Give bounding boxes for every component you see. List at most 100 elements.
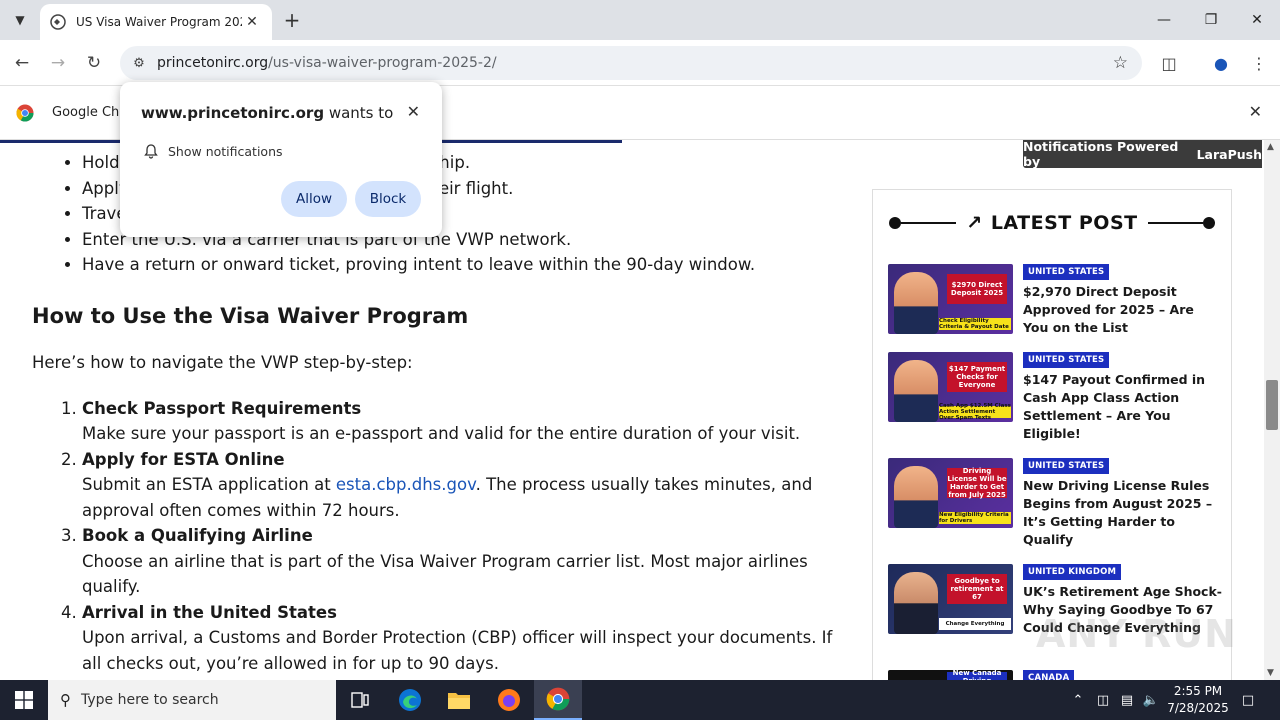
section-heading: How to Use the Visa Waiver Program: [32, 303, 469, 328]
restore-button[interactable]: ❐: [1188, 0, 1234, 40]
forward-button[interactable]: →: [44, 49, 72, 77]
reload-button[interactable]: ↻: [80, 49, 108, 77]
trending-up-icon: ↗: [966, 212, 983, 234]
bookmark-star-icon[interactable]: ☆: [1113, 53, 1128, 73]
notification-center-icon[interactable]: □: [1236, 680, 1260, 720]
post-thumbnail[interactable]: $2970 Direct Deposit 2025 Check Eligibil…: [888, 264, 1013, 334]
thumb-caption: New Canada Driving: [947, 670, 1007, 680]
popup-site: www.princetonirc.org: [141, 104, 325, 122]
step-title: Apply for ESTA Online: [82, 449, 285, 469]
category-badge[interactable]: UNITED STATES: [1023, 264, 1110, 280]
menu-kebab-icon[interactable]: ⋮: [1247, 51, 1271, 75]
thumb-caption: Goodbye to retirement at 67: [947, 574, 1007, 604]
close-tab-icon[interactable]: ✕: [242, 12, 262, 32]
task-view-button[interactable]: [336, 680, 384, 720]
category-badge[interactable]: UNITED KINGDOM: [1023, 564, 1122, 580]
edge-icon: [399, 689, 421, 711]
step-item: Check Passport Requirements Make sure yo…: [82, 396, 852, 447]
powered-brand: LaraPush: [1196, 146, 1262, 162]
chrome-logo-icon: [16, 104, 34, 122]
post-thumbnail[interactable]: New Canada Driving: [888, 670, 1013, 680]
post-thumbnail[interactable]: Goodbye to retirement at 67 Change Every…: [888, 564, 1013, 634]
powered-by-banner[interactable]: Notifications Powered by LaraPush: [1023, 140, 1262, 169]
tray-device-icon[interactable]: ◫: [1092, 680, 1114, 720]
category-badge[interactable]: CANADA: [1023, 670, 1075, 680]
post-title[interactable]: New Driving License Rules Begins from Au…: [1023, 477, 1223, 549]
post-item[interactable]: $147 Payment Checks for Everyone Cash Ap…: [888, 352, 1218, 441]
profile-icon[interactable]: ●: [1209, 51, 1233, 75]
thumb-strip: Check Eligibility Criteria & Payout Date: [939, 318, 1011, 330]
step-item: Arrival in the United States Upon arriva…: [82, 600, 852, 677]
url-text[interactable]: princetonirc.org/us-visa-waiver-program-…: [157, 55, 497, 71]
permission-label: Show notifications: [168, 144, 283, 159]
browser-toolbar: ← → ↻ ⚙ princetonirc.org/us-visa-waiver-…: [0, 40, 1280, 86]
person-image: [894, 360, 938, 422]
firefox-icon: [498, 689, 520, 711]
close-popup-icon[interactable]: ✕: [407, 102, 420, 121]
edge-app-button[interactable]: [386, 680, 434, 720]
back-button[interactable]: ←: [8, 49, 36, 77]
step-title: Arrival in the United States: [82, 602, 337, 622]
scroll-up-icon[interactable]: ▲: [1267, 142, 1274, 152]
post-title[interactable]: $2,970 Direct Deposit Approved for 2025 …: [1023, 283, 1223, 337]
folder-icon: [448, 693, 470, 709]
anyrun-watermark: ANY RUN: [1036, 612, 1237, 656]
volume-icon[interactable]: 🔈: [1140, 680, 1162, 720]
category-badge[interactable]: UNITED STATES: [1023, 458, 1110, 474]
address-bar[interactable]: ⚙ princetonirc.org/us-visa-waiver-progra…: [120, 46, 1142, 80]
post-item[interactable]: Driving License Will be Harder to Get fr…: [888, 458, 1218, 547]
tab-search-button[interactable]: ▼: [6, 6, 34, 34]
esta-link[interactable]: esta.cbp.dhs.gov: [336, 475, 476, 494]
chrome-app-button[interactable]: [534, 680, 582, 720]
network-icon[interactable]: ▤: [1116, 680, 1138, 720]
post-title[interactable]: $147 Payout Confirmed in Cash App Class …: [1023, 371, 1223, 443]
latest-post-header: ↗ LATEST POST: [889, 210, 1215, 236]
new-tab-button[interactable]: +: [280, 8, 304, 32]
block-button[interactable]: Block: [355, 181, 421, 217]
url-domain: princetonirc.org: [157, 55, 269, 71]
show-hidden-icons-button[interactable]: ⌃: [1066, 680, 1090, 720]
scrollbar-thumb[interactable]: [1266, 380, 1278, 430]
post-thumbnail[interactable]: $147 Payment Checks for Everyone Cash Ap…: [888, 352, 1013, 422]
bell-icon: [144, 144, 158, 159]
thumb-strip: Cash App $12.5M Class Action Settlement …: [939, 403, 1011, 421]
minimize-button[interactable]: —: [1141, 0, 1187, 40]
clock-time: 2:55 PM: [1173, 684, 1223, 698]
steps-list: Check Passport Requirements Make sure yo…: [82, 396, 852, 677]
thumb-caption: Driving License Will be Harder to Get fr…: [947, 467, 1007, 499]
taskbar-clock[interactable]: 2:55 PM 7/28/2025: [1162, 683, 1234, 717]
firefox-app-button[interactable]: [485, 680, 533, 720]
step-body: Make sure your passport is an e-passport…: [82, 424, 801, 444]
chevron-up-icon: ⌃: [1072, 692, 1084, 708]
powered-prefix: Notifications Powered by: [1023, 140, 1179, 169]
section-intro: Here’s how to navigate the VWP step-by-s…: [32, 352, 413, 372]
extensions-icon[interactable]: ◫: [1157, 51, 1181, 75]
thumb-caption: $147 Payment Checks for Everyone: [947, 362, 1007, 392]
person-image: [894, 272, 938, 334]
latest-post-label: LATEST POST: [990, 212, 1138, 234]
search-placeholder: Type here to search: [81, 692, 219, 708]
popup-heading: www.princetonirc.org wants to: [141, 104, 393, 122]
active-tab[interactable]: US Visa Waiver Program 2025 - ✕: [40, 4, 272, 40]
close-window-button[interactable]: ✕: [1234, 0, 1280, 40]
file-explorer-button[interactable]: [435, 680, 483, 720]
post-item[interactable]: New Canada Driving CANADA: [888, 670, 1218, 680]
close-info-bar-icon[interactable]: ✕: [1249, 102, 1262, 121]
windows-logo-icon: [15, 691, 33, 709]
step-item: Apply for ESTA Online Submit an ESTA app…: [82, 447, 852, 524]
header-dot: [1203, 217, 1215, 229]
post-thumbnail[interactable]: Driving License Will be Harder to Get fr…: [888, 458, 1013, 528]
start-button[interactable]: [0, 680, 48, 720]
thumb-strip: Change Everything: [939, 618, 1011, 630]
taskbar-search-box[interactable]: ⚲ Type here to search: [48, 680, 336, 720]
page-scrollbar[interactable]: ▲ ▼: [1264, 140, 1280, 680]
step-title: Book a Qualifying Airline: [82, 526, 313, 546]
allow-button[interactable]: Allow: [281, 181, 347, 217]
post-item[interactable]: $2970 Direct Deposit 2025 Check Eligibil…: [888, 264, 1218, 336]
header-dot: [889, 217, 901, 229]
header-line: [901, 222, 957, 224]
site-info-icon[interactable]: ⚙: [124, 48, 154, 78]
chevron-down-icon: ▼: [15, 13, 25, 27]
scroll-down-icon[interactable]: ▼: [1267, 668, 1274, 678]
category-badge[interactable]: UNITED STATES: [1023, 352, 1110, 368]
